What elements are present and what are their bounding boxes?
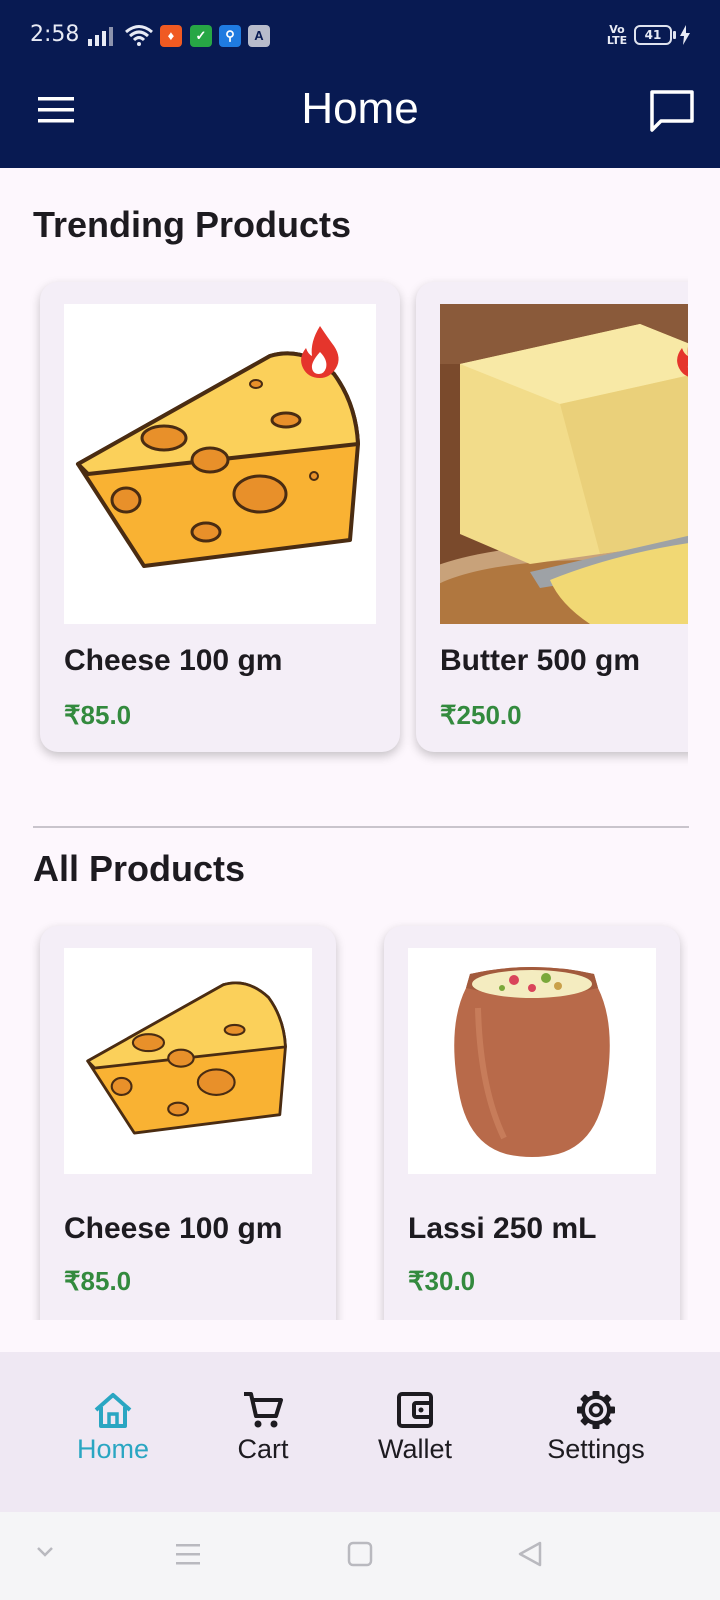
nav-cart[interactable]: Cart <box>188 1390 338 1490</box>
product-image <box>440 304 688 624</box>
shield-icon: ✓ <box>190 25 212 47</box>
recent-apps-icon[interactable] <box>174 1540 202 1568</box>
cart-icon <box>244 1392 283 1428</box>
all-products-section-title: All Products <box>33 848 246 889</box>
app-store-icon: A <box>248 25 270 47</box>
page-title: Home <box>301 84 419 133</box>
status-time: 2:58 <box>30 22 80 47</box>
nav-wallet[interactable]: Wallet <box>340 1390 490 1490</box>
fire-icon <box>677 346 688 377</box>
product-price: ₹30.0 <box>408 1266 476 1296</box>
chevron-down-icon[interactable] <box>34 1540 56 1562</box>
home-button-icon[interactable] <box>346 1540 374 1568</box>
trending-product-card[interactable]: Cheese 100 gm ₹85.0 <box>40 282 400 752</box>
nav-settings[interactable]: Settings <box>518 1390 674 1490</box>
signal-icon <box>88 27 113 46</box>
bottom-navigation: Home Cart Wallet Settings <box>0 1352 720 1512</box>
nav-label: Wallet <box>377 1434 452 1464</box>
all-products-grid: Cheese 100 gm ₹85.0 Lassi 250 mL ₹30.0 <box>0 912 688 1320</box>
product-image <box>64 304 376 624</box>
home-icon <box>94 1393 132 1428</box>
product-name: Butter 500 gm <box>440 644 641 677</box>
trending-product-card[interactable]: Butter 500 gm ₹250.0 <box>416 282 688 752</box>
nav-home[interactable]: Home <box>38 1390 188 1490</box>
product-card[interactable]: Lassi 250 mL ₹30.0 <box>384 926 680 1320</box>
wallet-icon <box>397 1392 433 1428</box>
nav-label: Cart <box>237 1434 289 1464</box>
trending-section-title: Trending Products <box>33 204 352 245</box>
product-image <box>64 948 312 1174</box>
product-name: Lassi 250 mL <box>408 1212 597 1245</box>
gear-icon <box>577 1391 615 1429</box>
battery-level: 41 <box>644 28 662 42</box>
product-name: Cheese 100 gm <box>64 644 283 677</box>
wifi-icon <box>125 25 153 46</box>
usb-icon: ⚲ <box>219 25 241 47</box>
system-navigation-bar <box>0 1512 720 1600</box>
lassi-image <box>454 967 610 1157</box>
product-price: ₹85.0 <box>64 1266 132 1296</box>
nav-label: Settings <box>547 1434 645 1464</box>
product-price: ₹85.0 <box>64 700 132 730</box>
chat-bubble-icon[interactable] <box>648 88 696 134</box>
product-name: Cheese 100 gm <box>64 1212 283 1245</box>
product-card[interactable]: Cheese 100 gm ₹85.0 <box>40 926 336 1320</box>
product-image <box>408 948 656 1174</box>
section-divider <box>33 826 689 828</box>
back-icon[interactable] <box>516 1540 544 1568</box>
notification-app-icon: ♦ <box>160 25 182 47</box>
battery-icon: 41 <box>634 25 676 45</box>
fire-icon <box>301 326 339 378</box>
nav-label: Home <box>76 1434 150 1464</box>
trending-carousel[interactable]: Cheese 100 gm ₹85.0 Butter 500 gm ₹250.0 <box>0 270 688 776</box>
butter-image <box>440 304 688 624</box>
volte-indicator: Vo LTE <box>606 23 628 47</box>
status-bar: 2:58 ♦ ✓ ⚲ A Vo LTE 41 <box>0 0 720 72</box>
product-price: ₹250.0 <box>440 700 522 730</box>
top-bar: 2:58 ♦ ✓ ⚲ A Vo LTE 41 Home <box>0 0 720 168</box>
charging-icon <box>680 25 690 45</box>
cheese-image <box>86 981 287 1135</box>
